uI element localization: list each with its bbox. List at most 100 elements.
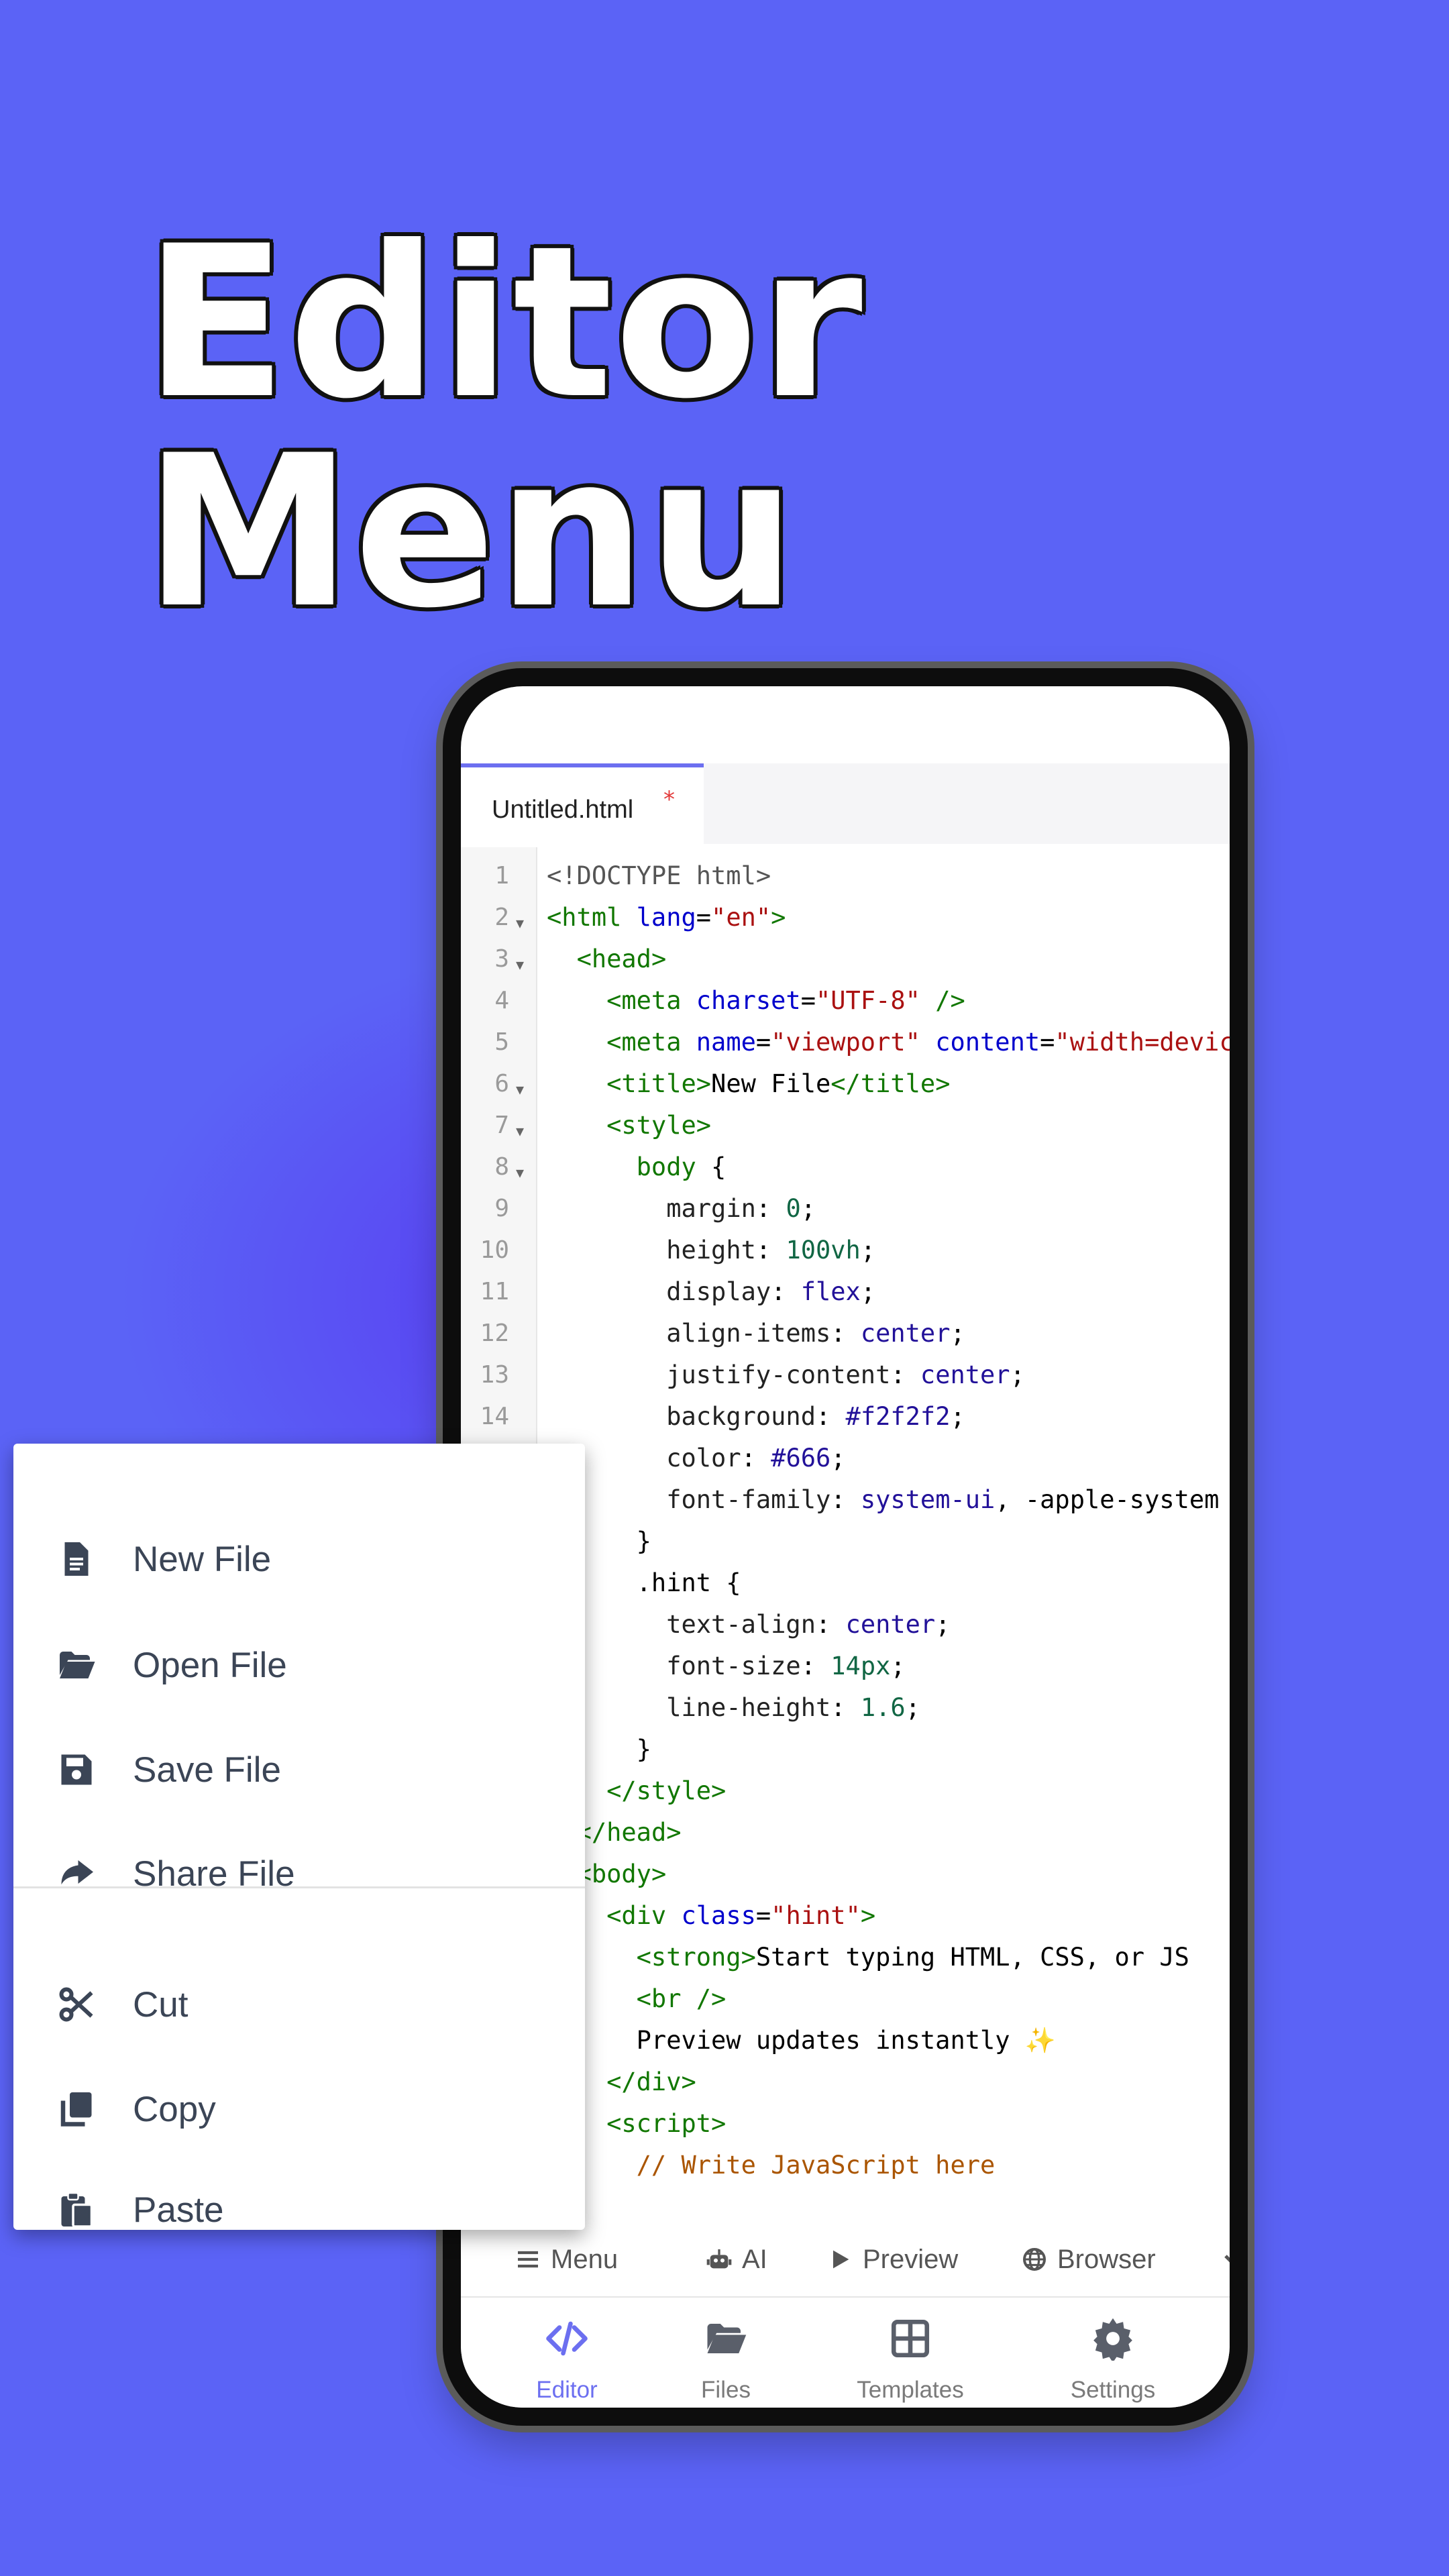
code-token: // Write JavaScript here (636, 2151, 996, 2180)
code-token: ; (950, 1402, 965, 1431)
code-token: : (815, 1610, 846, 1639)
folder-open-icon (707, 2324, 747, 2353)
code-token: <meta (606, 986, 696, 1015)
code-token: <script> (606, 2109, 727, 2138)
code-token: flex (800, 1277, 861, 1306)
toolbar-more-chevron-icon[interactable] (1219, 2222, 1230, 2296)
play-icon (833, 2250, 849, 2269)
menu-item-new-file[interactable]: New File (13, 1507, 585, 1611)
code-text: <html lang="en"> (547, 897, 786, 938)
code-text: font-family: system-ui, -apple-system (547, 1479, 1219, 1521)
code-text: margin: 0; (547, 1188, 816, 1230)
code-token: > (860, 1901, 876, 1930)
code-text: body { (547, 1146, 727, 1188)
code-token: ; (830, 1444, 846, 1472)
code-text: <div class="hint"> (547, 1895, 875, 1937)
code-line: 5 <meta name="viewport" content="width=d… (461, 1022, 1230, 1063)
grid-icon (891, 2319, 930, 2358)
menu-item-paste[interactable]: Paste (13, 2163, 585, 2257)
menu-item-label: New File (133, 1539, 272, 1579)
code-token: "en" (711, 903, 771, 932)
menu-item-open-file[interactable]: Open File (13, 1613, 585, 1717)
line-number: 13 (480, 1361, 509, 1389)
line-number: 10 (480, 1236, 509, 1264)
code-token: ; (935, 1610, 951, 1639)
menu-item-share-file[interactable]: Share File (13, 1823, 585, 1924)
code-token: "UTF-8" (815, 986, 920, 1015)
nav-files[interactable]: Files (645, 2298, 806, 2408)
fold-arrow-icon[interactable]: ▼ (516, 1110, 524, 1152)
code-token: ; (950, 1319, 965, 1348)
code-token: = (755, 1901, 771, 1930)
file-tab[interactable]: Untitled.html * (461, 763, 704, 844)
paste-icon (61, 2192, 93, 2228)
nav-editor[interactable]: Editor (486, 2298, 647, 2408)
fold-arrow-icon[interactable]: ▼ (516, 902, 524, 944)
menu-item-save-file[interactable]: Save File (13, 1717, 585, 1822)
code-text: <style> (547, 1105, 711, 1146)
scissors-icon (59, 1987, 93, 2022)
code-token: : (815, 1402, 846, 1431)
unsaved-indicator: * (663, 786, 675, 813)
code-token: class (681, 1901, 756, 1930)
code-token: <head> (576, 945, 667, 973)
code-line: 2 ▼ <html lang="en"> (461, 897, 1230, 938)
ai-button-label: AI (742, 2244, 767, 2274)
code-token: color (666, 1444, 741, 1472)
robot-icon (706, 2249, 732, 2269)
code-line: 7 ▼ <style> (461, 1105, 1230, 1146)
fold-arrow-icon[interactable]: ▼ (516, 1069, 524, 1110)
code-token: <meta (606, 1028, 696, 1057)
code-token: </div> (606, 2068, 696, 2096)
file-tab-bar: Untitled.html * (461, 763, 1230, 844)
line-number: 2 (494, 904, 509, 931)
code-line: 4 <meta charset="UTF-8" /> (461, 980, 1230, 1022)
nav-settings[interactable]: Settings (1032, 2298, 1193, 2408)
menu-item-label: Open File (133, 1645, 287, 1685)
file-context-menu: New File Open File Save File Share File … (13, 1444, 585, 2230)
code-token: </title> (830, 1069, 951, 1098)
nav-files-label: Files (701, 2377, 751, 2403)
menu-item-copy[interactable]: Copy (13, 2057, 585, 2161)
code-token: { (696, 1152, 727, 1181)
code-token: : (890, 1360, 920, 1389)
menu-item-cut[interactable]: Cut (13, 1952, 585, 2057)
code-token: 0 (786, 1194, 801, 1223)
code-text: background: #f2f2f2; (547, 1396, 965, 1438)
code-token: body (636, 1152, 696, 1181)
code-token: <style> (606, 1111, 712, 1140)
code-token: display (666, 1277, 771, 1306)
ai-button[interactable]: AI (706, 2222, 767, 2296)
browser-button[interactable]: Browser (1021, 2222, 1156, 2296)
code-token: : (830, 1319, 861, 1348)
code-token: "hint" (771, 1901, 861, 1930)
code-token: ; (890, 1652, 906, 1680)
preview-button[interactable]: Preview (826, 2222, 958, 2296)
code-token: <br /> (636, 1984, 727, 2013)
code-line: 8 ▼ body { (461, 1146, 1230, 1188)
fold-arrow-icon[interactable]: ▼ (516, 1152, 524, 1193)
code-line: 9 margin: 0; (461, 1188, 1230, 1230)
code-text: line-height: 1.6; (547, 1687, 920, 1729)
nav-settings-label: Settings (1070, 2377, 1156, 2403)
file-icon (64, 1542, 89, 1576)
nav-editor-label: Editor (536, 2377, 598, 2403)
code-text: font-size: 14px; (547, 1646, 906, 1687)
code-token: : (755, 1236, 786, 1265)
code-line: 14 background: #f2f2f2; (461, 1396, 1230, 1438)
code-token: <strong> (636, 1943, 756, 1972)
nav-templates[interactable]: Templates (830, 2298, 991, 2408)
browser-button-label: Browser (1057, 2244, 1156, 2274)
line-number: 12 (480, 1320, 509, 1347)
code-token: : (771, 1277, 801, 1306)
code-token: = (755, 1028, 771, 1057)
code-token: #666 (771, 1444, 831, 1472)
fold-arrow-icon[interactable]: ▼ (516, 944, 524, 985)
